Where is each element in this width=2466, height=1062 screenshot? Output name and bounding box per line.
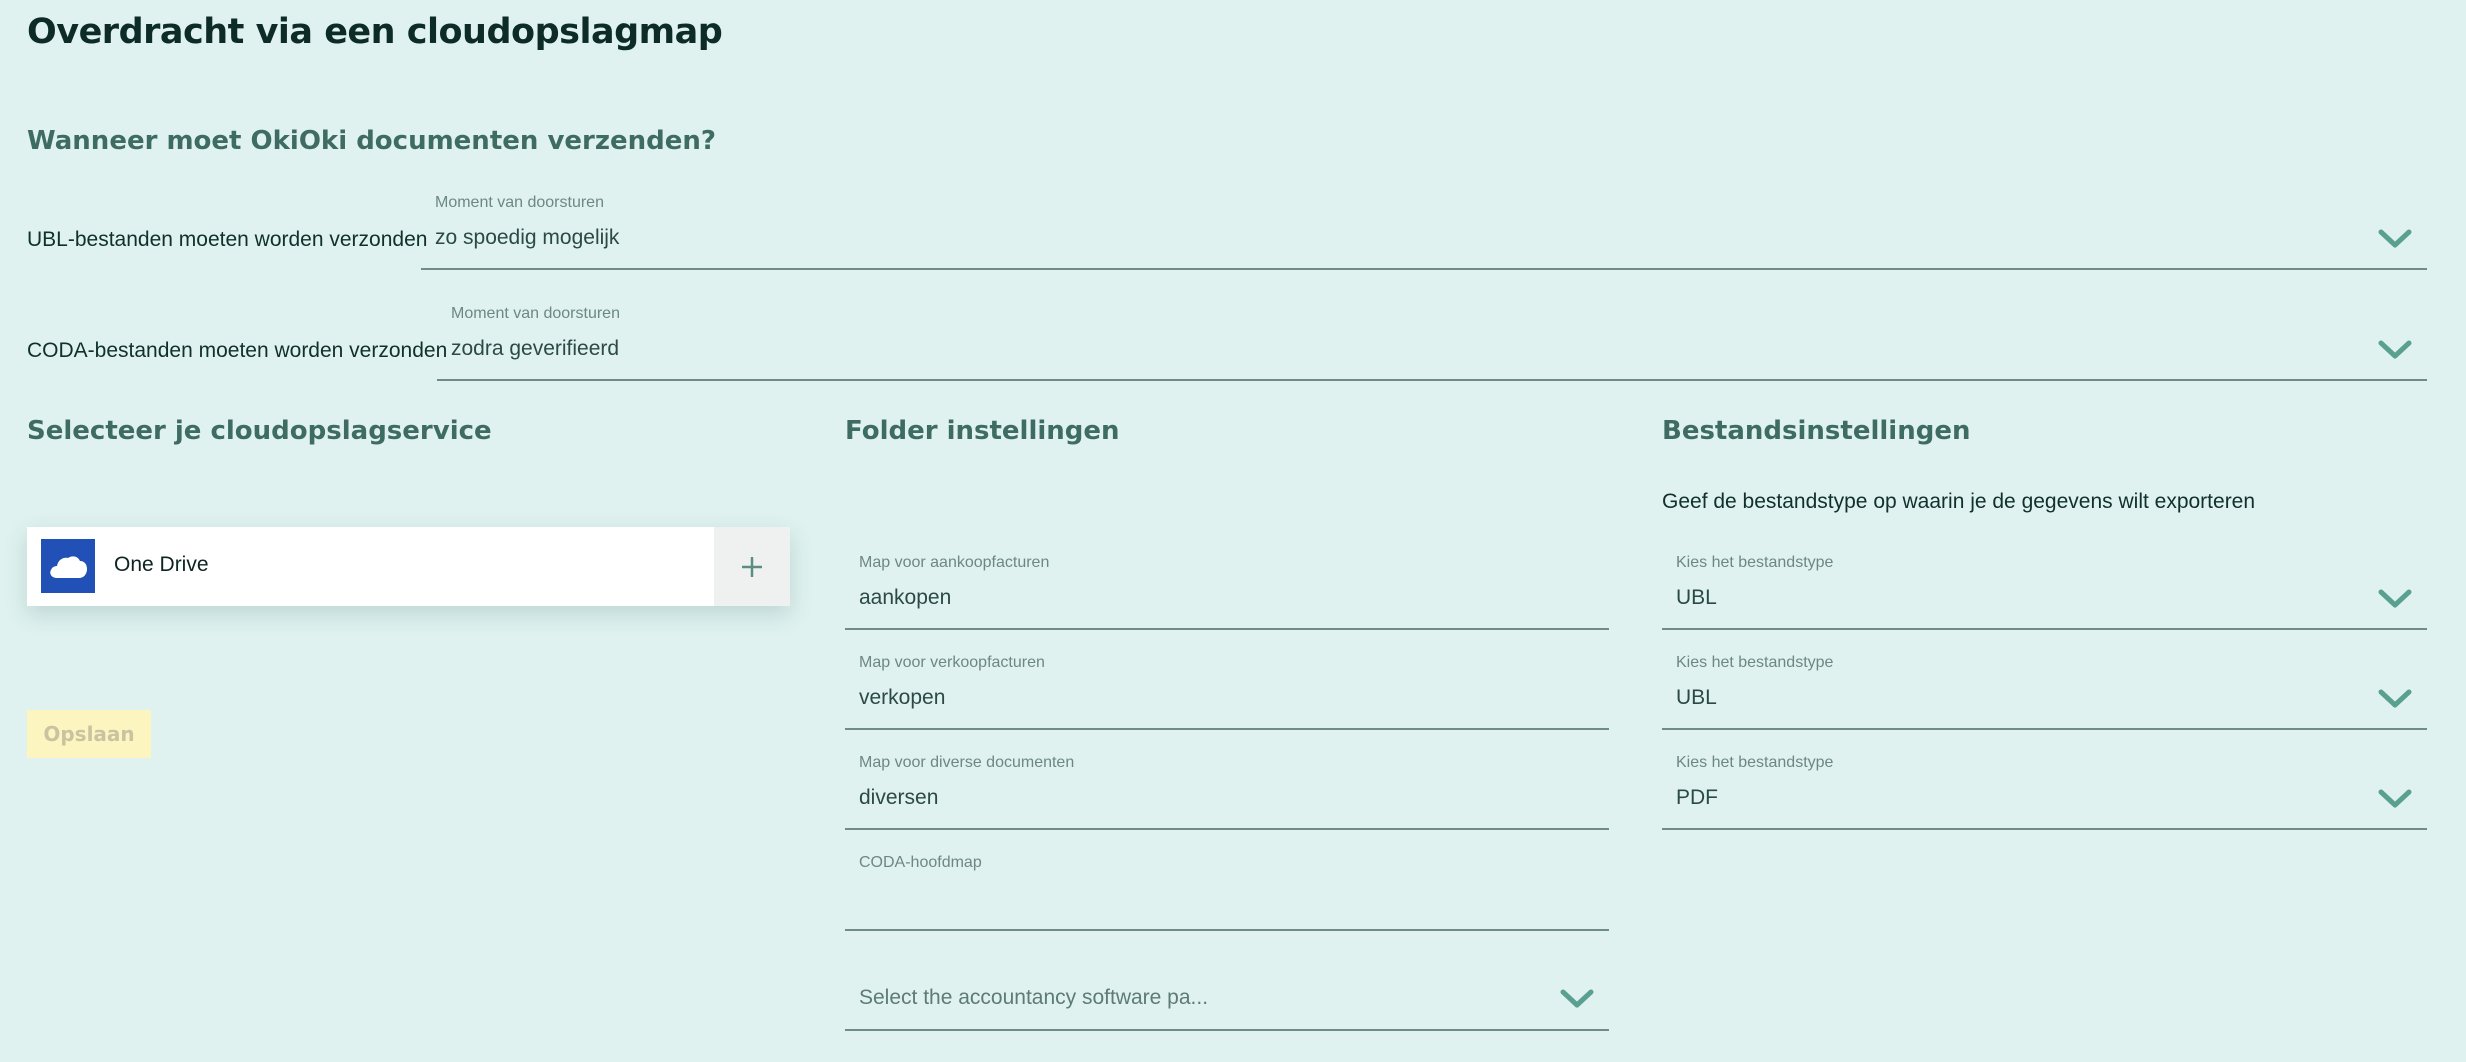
coda-send-moment-value: zodra geverifieerd bbox=[451, 337, 620, 360]
cloud-section-title: Selecteer je cloudopslagservice bbox=[27, 416, 492, 446]
page: Overdracht via een cloudopslagmap Wannee… bbox=[0, 0, 2466, 1062]
file-type-label: Kies het bestandstype bbox=[1676, 554, 1834, 571]
file-type-select-3[interactable]: Kies het bestandstype PDF bbox=[1662, 750, 2427, 830]
sales-folder-value: verkopen bbox=[859, 686, 946, 709]
coda-send-moment-label: Moment van doorsturen bbox=[451, 305, 620, 322]
chevron-down-icon[interactable] bbox=[1559, 988, 1595, 1010]
coda-folder-input[interactable]: CODA-hoofdmap bbox=[845, 850, 1609, 931]
file-type-select-1[interactable]: Kies het bestandstype UBL bbox=[1662, 550, 2427, 630]
coda-folder-label: CODA-hoofdmap bbox=[859, 854, 982, 871]
page-title: Overdracht via een cloudopslagmap bbox=[27, 12, 723, 52]
file-type-value: UBL bbox=[1676, 686, 1717, 709]
file-type-description: Geef de bestandstype op waarin je de geg… bbox=[1662, 490, 2256, 513]
onedrive-cloud-icon bbox=[41, 539, 95, 593]
schedule-section-title: Wanneer moet OkiOki documenten verzenden… bbox=[27, 126, 716, 156]
ubl-send-moment-select[interactable]: Moment van doorsturen zo spoedig mogelij… bbox=[421, 190, 2427, 270]
sales-folder-input[interactable]: Map voor verkoopfacturen verkopen bbox=[845, 650, 1609, 730]
save-button[interactable]: Opslaan bbox=[27, 710, 151, 758]
cloud-service-card[interactable]: One Drive bbox=[27, 527, 790, 606]
coda-send-moment-select[interactable]: Moment van doorsturen zodra geverifieerd bbox=[437, 301, 2427, 381]
file-type-label: Kies het bestandstype bbox=[1676, 754, 1834, 771]
ubl-send-moment-label: Moment van doorsturen bbox=[435, 194, 604, 211]
misc-folder-input[interactable]: Map voor diverse documenten diversen bbox=[845, 750, 1609, 830]
chevron-down-icon[interactable] bbox=[2377, 228, 2413, 250]
folder-section-title: Folder instellingen bbox=[845, 416, 1120, 446]
file-type-value: PDF bbox=[1676, 786, 1718, 809]
file-section-title: Bestandsinstellingen bbox=[1662, 416, 1971, 446]
purchase-folder-input[interactable]: Map voor aankoopfacturen aankopen bbox=[845, 550, 1609, 630]
chevron-down-icon[interactable] bbox=[2377, 688, 2413, 710]
accountancy-software-placeholder: Select the accountancy software pa... bbox=[859, 986, 1209, 1009]
purchase-folder-value: aankopen bbox=[859, 586, 952, 609]
purchase-folder-label: Map voor aankoopfacturen bbox=[859, 554, 1050, 571]
file-type-value: UBL bbox=[1676, 586, 1717, 609]
coda-send-label: CODA-bestanden moeten worden verzonden bbox=[27, 339, 448, 362]
misc-folder-label: Map voor diverse documenten bbox=[859, 754, 1075, 771]
ubl-send-label: UBL-bestanden moeten worden verzonden bbox=[27, 228, 428, 251]
chevron-down-icon[interactable] bbox=[2377, 339, 2413, 361]
file-type-label: Kies het bestandstype bbox=[1676, 654, 1834, 671]
misc-folder-value: diversen bbox=[859, 786, 939, 809]
accountancy-software-select[interactable]: Select the accountancy software pa... bbox=[845, 960, 1609, 1031]
ubl-send-moment-value: zo spoedig mogelijk bbox=[435, 226, 620, 249]
add-cloud-service-button[interactable] bbox=[714, 527, 790, 606]
chevron-down-icon[interactable] bbox=[2377, 588, 2413, 610]
plus-icon bbox=[742, 556, 762, 577]
sales-folder-label: Map voor verkoopfacturen bbox=[859, 654, 1045, 671]
chevron-down-icon[interactable] bbox=[2377, 788, 2413, 810]
cloud-service-name: One Drive bbox=[114, 553, 209, 576]
file-type-select-2[interactable]: Kies het bestandstype UBL bbox=[1662, 650, 2427, 730]
